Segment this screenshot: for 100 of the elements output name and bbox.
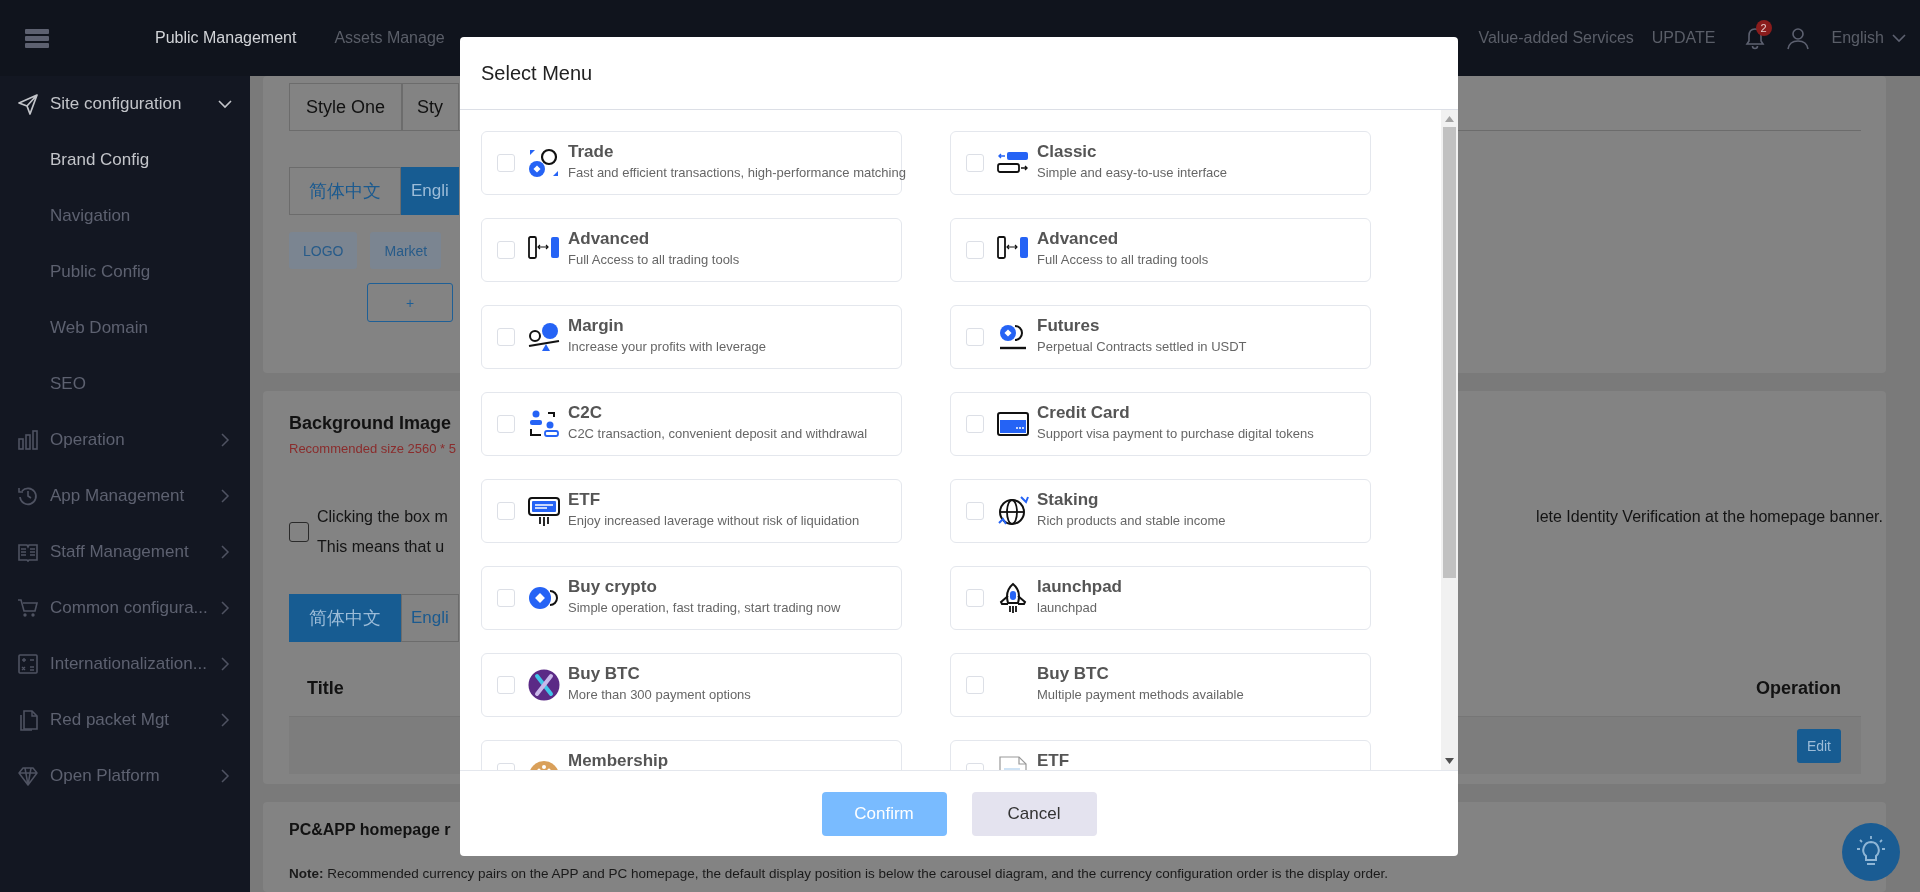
sidebar-item[interactable]: Operation (50, 430, 218, 450)
menu-option-card[interactable]: Classic Simple and easy-to-use interface (950, 131, 1371, 195)
option-title: Futures (1037, 315, 1100, 337)
section-title: PC&APP homepage r (289, 820, 451, 840)
balance-icon (528, 321, 560, 353)
menu-icon[interactable] (24, 27, 50, 49)
option-title: C2C (568, 402, 602, 424)
sidebar-item-icon (17, 541, 39, 563)
option-title: Margin (568, 315, 624, 337)
cancel-button[interactable]: Cancel (971, 791, 1097, 836)
style-tab[interactable]: Sty (402, 83, 460, 130)
x-logo-icon (528, 669, 560, 701)
option-title: launchpad (1037, 576, 1122, 598)
menu-option-card[interactable]: Margin Increase your profits with leverage (481, 305, 902, 369)
sidebar-subitem[interactable]: Public Config (50, 262, 232, 282)
menu-option-card[interactable]: Buy BTC More than 300 payment options (481, 653, 902, 717)
option-title: ETF (568, 489, 601, 511)
sidebar-item-icon (17, 653, 39, 675)
tag-chip[interactable]: Market (370, 232, 442, 269)
sidebar-item[interactable]: Common configura... (50, 598, 218, 618)
confirm-button[interactable]: Confirm (821, 791, 947, 836)
edit-button[interactable]: Edit (1796, 728, 1841, 763)
language-tab[interactable]: 简体中文 (289, 594, 401, 642)
language-tab[interactable]: Engli (401, 594, 459, 642)
trade-icon (528, 147, 560, 179)
option-description: Full Access to all trading tools (568, 251, 740, 269)
option-title: Staking (1037, 489, 1099, 511)
sidebar-item[interactable]: Staff Management (50, 542, 218, 562)
language-tab[interactable]: 简体中文 (289, 167, 401, 215)
scroll-up-icon[interactable] (1445, 116, 1454, 122)
update-link[interactable]: UPDATE (1651, 29, 1716, 47)
option-title: ETF (1037, 750, 1070, 770)
menu-option-card[interactable]: Staking Rich products and stable income (950, 479, 1371, 543)
sidebar-item[interactable]: Red packet Mgt (50, 710, 218, 730)
language-selector[interactable]: English (1831, 29, 1906, 47)
menu-option-card[interactable]: launchpad launchpad (950, 566, 1371, 630)
note-text: Note: Recommended currency pairs on the APP and PC homepage, the default display position is below the carousel diagram, and the currency configuration order is the display order. (289, 866, 1390, 881)
sidebar-item-icon (17, 93, 39, 115)
sidebar-item[interactable]: App Management (50, 486, 218, 506)
users-icon (528, 408, 560, 440)
menu-option-card[interactable]: Futures Perpetual Contracts settled in USDT (950, 305, 1371, 369)
sidebar-item-icon (17, 765, 39, 787)
sidebar-subitem[interactable]: Navigation (50, 206, 232, 226)
menu-option-card[interactable]: Advanced Full Access to all trading tools (950, 218, 1371, 282)
style-tab[interactable]: Style One (289, 83, 403, 130)
nav-link[interactable]: Assets Manage (334, 29, 445, 47)
option-description: Perpetual Contracts settled in USDT (1037, 338, 1247, 356)
bell-icon[interactable] (1743, 26, 1766, 50)
menu-option-card[interactable]: Buy BTC Multiple payment methods available (950, 653, 1371, 717)
globe-icon (997, 495, 1029, 527)
rocket-icon (997, 582, 1029, 614)
user-icon[interactable] (1785, 26, 1810, 50)
menu-option-card[interactable]: Advanced Full Access to all trading tools (481, 218, 902, 282)
scroll-down-icon[interactable] (1445, 758, 1454, 764)
sidebar-subitem[interactable]: Brand Config (50, 150, 232, 170)
menu-option-card[interactable]: Credit Card Support visa payment to purchase digital tokens (950, 392, 1371, 456)
monitor-icon (528, 495, 560, 527)
option-title: Membership (568, 750, 669, 770)
option-description: Simple and easy-to-use interface (1037, 164, 1228, 182)
notification-badge: 2 (1755, 20, 1772, 36)
checkbox[interactable] (289, 522, 309, 542)
nav-link[interactable]: Value-added Services (1478, 29, 1634, 47)
option-description: launchpad (1037, 599, 1097, 617)
dialog-title: Select Menu (481, 61, 593, 85)
option-description: Full Access to all trading tools (1037, 251, 1209, 269)
notice-text: lete Identity Verification at the homepage banner. (1536, 507, 1883, 527)
option-description: C2C transaction, convenient deposit and withdrawal (568, 425, 868, 443)
option-title: Buy BTC (568, 663, 640, 685)
option-title: Credit Card (1037, 402, 1130, 424)
section-title: Background Image (289, 412, 452, 435)
option-title: Advanced (568, 228, 650, 250)
option-description: More than 300 payment options (568, 686, 751, 704)
menu-option-card[interactable]: Buy crypto Simple operation, fast trading, start trading now (481, 566, 902, 630)
column-header: Title (307, 677, 344, 699)
menu-option-card[interactable]: ETF Enjoy increased laverage without risk of liquidation (481, 479, 902, 543)
option-description: Support visa payment to purchase digital tokens (1037, 425, 1314, 443)
sidebar-subitem[interactable]: SEO (50, 374, 232, 394)
tag-chip[interactable]: LOGO (289, 232, 358, 269)
option-title: Trade (568, 141, 614, 163)
option-description: Rich products and stable income (1037, 512, 1226, 530)
chevron-down-icon (1892, 33, 1906, 43)
sidebar-item[interactable]: Site configuration (50, 94, 218, 114)
option-title: Buy crypto (568, 576, 657, 598)
sidebar-item[interactable]: Open Platform (50, 766, 218, 786)
option-description: Increase your profits with leverage (568, 338, 766, 356)
option-description: Enjoy increased laverage without risk of liquidation (568, 512, 860, 530)
menu-option-card[interactable]: C2C C2C transaction, convenient deposit and withdrawal (481, 392, 902, 456)
column-header: Operation (1756, 677, 1841, 699)
option-title: Advanced (1037, 228, 1119, 250)
option-description: Simple operation, fast trading, start trading now (568, 599, 841, 617)
notice-text: Clicking the box m (317, 507, 448, 527)
sidebar-item-icon (17, 429, 39, 451)
scrollbar-thumb[interactable] (1443, 127, 1456, 578)
lightbulb-icon (1856, 836, 1886, 868)
sidebar-item-icon (17, 597, 39, 619)
language-tab[interactable]: Engli (401, 167, 459, 215)
sidebar-subitem[interactable]: Web Domain (50, 318, 232, 338)
sidebar-item[interactable]: Internationalization... (50, 654, 218, 674)
nav-link[interactable]: Public Management (155, 29, 297, 47)
option-title: Classic (1037, 141, 1097, 163)
